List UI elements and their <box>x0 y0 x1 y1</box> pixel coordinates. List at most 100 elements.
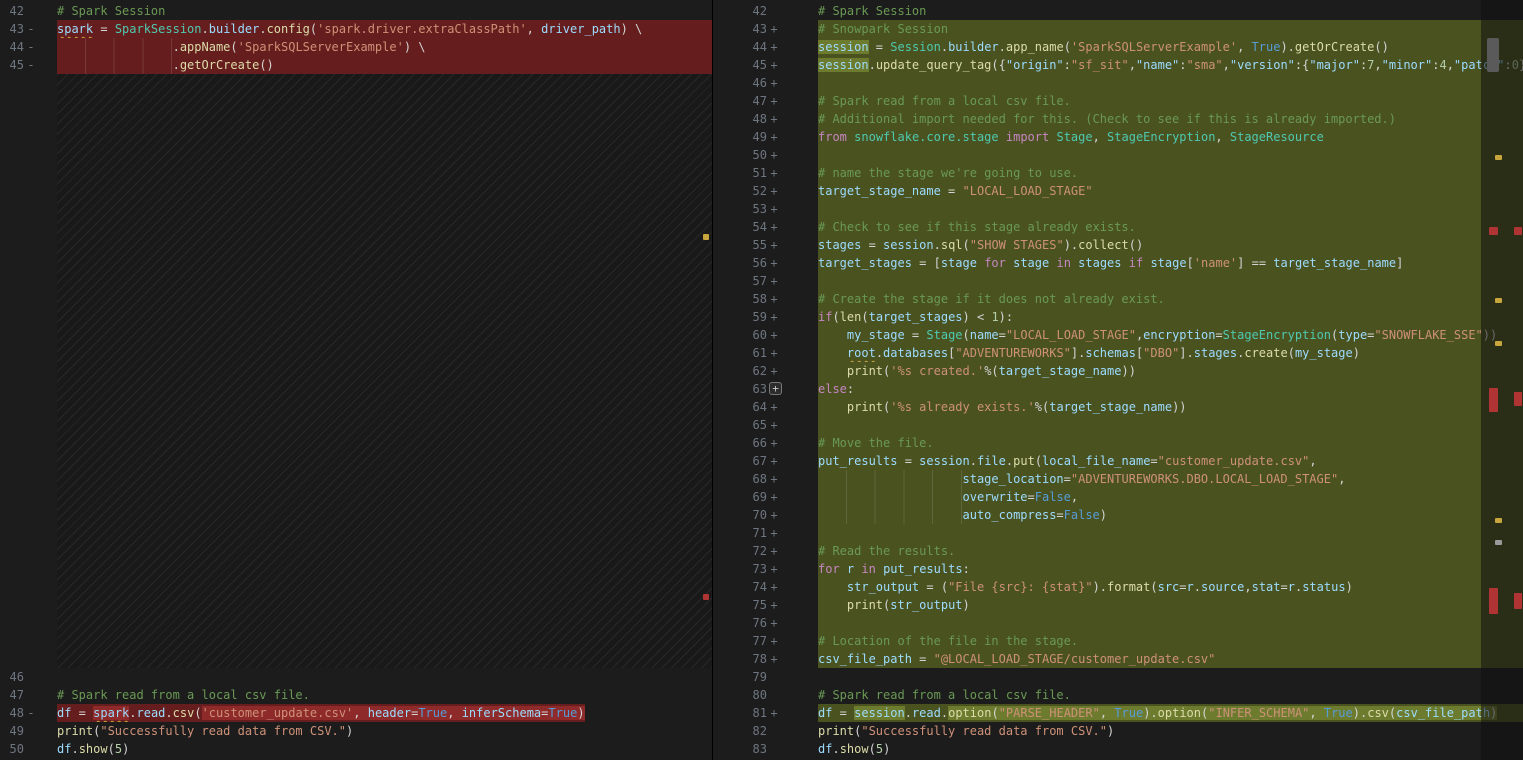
code-token: ). <box>1143 706 1157 720</box>
code-text[interactable]: target_stage_name = "LOCAL_LOAD_STAGE" <box>818 182 1093 200</box>
code-text[interactable]: else: <box>818 380 854 398</box>
code-token: StageEncryption <box>1107 130 1215 144</box>
line-number: 55 <box>713 236 767 254</box>
code-token: ( <box>861 310 868 324</box>
code-token: # name the stage we're going to use. <box>818 166 1078 180</box>
code-token: . <box>202 22 209 36</box>
code-text[interactable]: overwrite=False, <box>818 488 1078 506</box>
code-token: my_stage <box>847 328 905 342</box>
code-text[interactable]: print(str_output) <box>818 596 970 614</box>
code-text[interactable]: my_stage = Stage(name="LOCAL_LOAD_STAGE"… <box>818 326 1497 344</box>
code-text[interactable]: # Create the stage if it does not alread… <box>818 290 1165 308</box>
gutter: 71+ <box>713 524 818 542</box>
code-token: ) <box>1353 346 1360 360</box>
code-text[interactable]: # Check to see if this stage already exi… <box>818 218 1136 236</box>
code-token: ) <box>346 724 353 738</box>
code-token: r <box>1288 580 1295 594</box>
code-text[interactable]: stages = session.sql("SHOW STAGES").coll… <box>818 236 1143 254</box>
diff-marker: + <box>767 650 781 668</box>
code-text[interactable]: for r in put_results: <box>818 560 970 578</box>
code-token: spark <box>57 22 93 36</box>
code-token: sql <box>941 238 963 252</box>
code-line: 74+ str_output = ("File {src}: {stat}").… <box>713 578 1523 596</box>
code-text[interactable]: from snowflake.core.stage import Stage, … <box>818 128 1324 146</box>
code-text[interactable]: stage_location="ADVENTUREWORKS.DBO.LOCAL… <box>818 470 1345 488</box>
code-line: 75+ print(str_output) <box>713 596 1523 614</box>
insert-change-button[interactable]: + <box>769 382 782 395</box>
code-text[interactable]: print('%s already exists.'%(target_stage… <box>818 398 1187 416</box>
code-text[interactable]: # Spark Session <box>818 2 926 20</box>
code-text[interactable]: .appName('SparkSQLServerExample') \ <box>57 38 426 56</box>
code-text[interactable]: session = Session.builder.app_name('Spar… <box>818 38 1389 56</box>
code-text[interactable]: .getOrCreate() <box>57 56 274 74</box>
code-text[interactable]: print("Successfully read data from CSV."… <box>57 722 353 740</box>
code-line: 49+from snowflake.core.stage import Stag… <box>713 128 1523 146</box>
code-token: local_file_name <box>1042 454 1150 468</box>
code-text[interactable]: # Additional import needed for this. (Ch… <box>818 110 1396 128</box>
diff-marker: - <box>24 56 38 74</box>
line-number: 47 <box>713 92 767 110</box>
code-text[interactable]: str_output = ("File {src}: {stat}").form… <box>818 578 1353 596</box>
code-text[interactable]: # Spark Session <box>57 2 165 20</box>
code-text[interactable]: auto_compress=False) <box>818 506 1107 524</box>
code-token: 'SparkSQLServerExample' <box>1071 40 1237 54</box>
code-token: header <box>368 706 411 720</box>
line-number: 54 <box>713 218 767 236</box>
code-text[interactable]: root.databases["ADVENTUREWORKS"].schemas… <box>818 344 1360 362</box>
code-text[interactable]: # Spark read from a local csv file. <box>818 686 1071 704</box>
gutter: 46+ <box>713 74 818 92</box>
line-number: 48 <box>713 110 767 128</box>
code-token: "origin" <box>1006 58 1064 72</box>
code-token: = <box>861 238 883 252</box>
code-token: = [ <box>912 256 941 270</box>
code-token: = <box>897 454 919 468</box>
diff-marker <box>767 722 781 740</box>
code-token: in <box>1056 256 1070 270</box>
code-token: . <box>905 706 912 720</box>
code-token: , <box>1215 130 1229 144</box>
line-number: 42 <box>0 2 24 20</box>
code-token: "version" <box>1230 58 1295 72</box>
code-text[interactable]: # Read the results. <box>818 542 955 560</box>
diff-marker <box>767 686 781 704</box>
code-text[interactable]: spark = SparkSession.builder.config('spa… <box>57 20 642 38</box>
right-scrollbar[interactable] <box>1481 0 1523 760</box>
code-line: 48+# Additional import needed for this. … <box>713 110 1523 128</box>
code-text[interactable]: # Location of the file in the stage. <box>818 632 1078 650</box>
gutter: 49 <box>0 722 57 740</box>
code-token: , <box>1338 472 1345 486</box>
error-mark <box>1489 227 1498 235</box>
gutter: 83 <box>713 740 818 758</box>
code-text[interactable]: if(len(target_stages) < 1): <box>818 308 1013 326</box>
code-text[interactable]: df.show(5) <box>818 740 890 758</box>
code-token: , <box>1129 58 1136 72</box>
code-text[interactable]: df.show(5) <box>57 740 129 758</box>
line-number: 82 <box>713 722 767 740</box>
code-token: "customer_update.csv" <box>1158 454 1310 468</box>
line-number: 67 <box>713 452 767 470</box>
code-text[interactable]: put_results = session.file.put(local_fil… <box>818 452 1317 470</box>
code-text[interactable]: print('%s created.'%(target_stage_name)) <box>818 362 1136 380</box>
code-text[interactable]: # Spark read from a local csv file. <box>57 686 310 704</box>
code-text[interactable]: target_stages = [stage for stage in stag… <box>818 254 1403 272</box>
scrollbar-thumb[interactable] <box>1487 38 1499 72</box>
gutter: 69+ <box>713 488 818 506</box>
code-token: csv <box>173 706 195 720</box>
code-token: file <box>977 454 1006 468</box>
code-token: appName <box>180 40 231 54</box>
code-text[interactable]: # Snowpark Session <box>818 20 948 38</box>
code-token: 'SparkSQLServerExample' <box>238 40 404 54</box>
code-text[interactable]: df = spark.read.csv('customer_update.csv… <box>57 704 585 722</box>
code-content: df = spark.read.csv('customer_update.csv… <box>57 704 712 722</box>
code-text[interactable]: # Move the file. <box>818 434 934 452</box>
diff-marker <box>24 686 38 704</box>
code-text[interactable]: # Spark read from a local csv file. <box>818 92 1071 110</box>
diff-marker <box>767 668 781 686</box>
code-text[interactable]: print("Successfully read data from CSV."… <box>818 722 1114 740</box>
code-text[interactable]: session.update_query_tag({"origin":"sf_s… <box>818 56 1523 74</box>
code-text[interactable]: # name the stage we're going to use. <box>818 164 1078 182</box>
code-token: StageEncryption <box>1223 328 1331 342</box>
code-content <box>818 272 1523 290</box>
code-text[interactable]: csv_file_path = "@LOCAL_LOAD_STAGE/custo… <box>818 650 1215 668</box>
code-text[interactable]: df = session.read.option("PARSE_HEADER",… <box>818 704 1497 722</box>
